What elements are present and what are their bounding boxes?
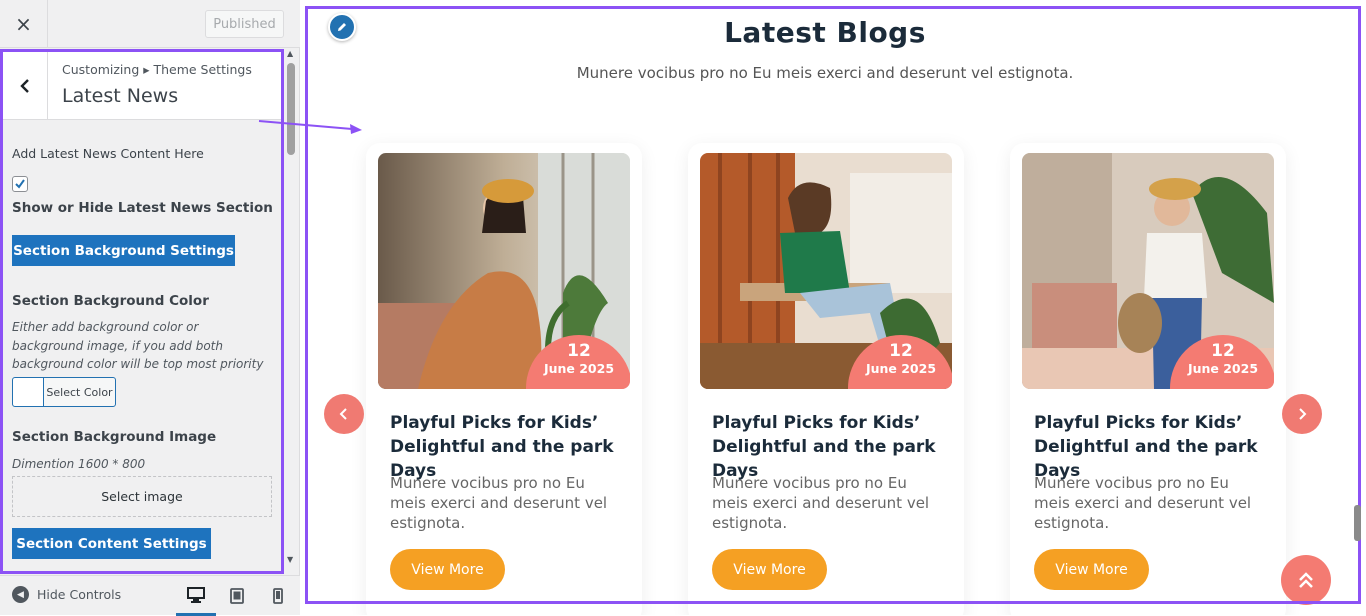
show-hide-label: Show or Hide Latest News Section: [12, 200, 273, 216]
close-icon[interactable]: ×: [0, 0, 48, 47]
blog-excerpt: Munere vocibus pro no Eu meis exerci and…: [390, 474, 608, 532]
section-content-settings-button[interactable]: Section Content Settings: [12, 528, 211, 559]
add-content-label: Add Latest News Content Here: [12, 146, 204, 161]
blog-card: 12 June 2025 Playful Picks for Kids’ Del…: [366, 143, 642, 615]
date-badge: 12 June 2025: [1170, 335, 1274, 389]
date-day: 12: [889, 341, 913, 361]
bg-image-description: Dimention 1600 * 800: [12, 457, 146, 471]
chevron-left-icon: [339, 408, 347, 420]
carousel-next-button[interactable]: [1282, 394, 1322, 434]
sidebar-scrollbar[interactable]: ▲ ▼: [285, 49, 298, 569]
blog-excerpt: Munere vocibus pro no Eu meis exerci and…: [712, 474, 930, 532]
bg-color-description: Either add background color or backgroun…: [12, 320, 264, 371]
show-hide-checkbox[interactable]: [12, 176, 28, 192]
desktop-icon: [187, 586, 205, 603]
pencil-icon: [338, 23, 346, 31]
scroll-up-arrow-icon[interactable]: ▲: [287, 49, 293, 58]
bg-color-heading: Section Background Color: [12, 293, 209, 309]
preview-scrollbar[interactable]: [1354, 505, 1361, 541]
breadcrumb: Customizing ▸ Theme Settings: [62, 62, 252, 77]
date-month: June 2025: [543, 361, 615, 376]
scroll-to-top-button[interactable]: [1281, 555, 1331, 605]
color-swatch: [13, 378, 44, 406]
select-color-label: Select Color: [46, 385, 113, 399]
panel-title: Latest News: [62, 85, 179, 107]
scroll-down-arrow-icon[interactable]: ▼: [287, 555, 293, 564]
collapse-icon: ◀: [12, 586, 29, 603]
select-color-button[interactable]: Select Color: [12, 377, 116, 407]
mobile-icon: [273, 588, 283, 604]
date-day: 12: [567, 341, 591, 361]
customizer-sidebar: × Published Customizing ▸ Theme Settings…: [0, 0, 300, 616]
select-image-button[interactable]: Select image: [12, 476, 272, 517]
view-more-button[interactable]: View More: [712, 549, 827, 590]
customizer-topbar: × Published: [0, 0, 300, 48]
date-badge: 12 June 2025: [526, 335, 630, 389]
view-more-button[interactable]: View More: [390, 549, 505, 590]
chevron-right-icon: [1299, 408, 1307, 420]
site-preview: Latest Blogs Munere vocibus pro no Eu me…: [301, 0, 1366, 615]
blog-image[interactable]: 12 June 2025: [1022, 153, 1274, 389]
carousel-prev-button[interactable]: [324, 394, 364, 434]
customizer-footer: ◀ Hide Controls: [0, 575, 300, 616]
section-title: Latest Blogs: [724, 16, 926, 49]
hide-controls-button[interactable]: ◀ Hide Controls: [12, 586, 121, 603]
date-badge: 12 June 2025: [848, 335, 952, 389]
double-chevron-up-icon: [1299, 572, 1313, 588]
section-panel: Customizing ▸ Theme Settings Latest News…: [0, 49, 284, 574]
mobile-preview-button[interactable]: [258, 576, 298, 616]
tablet-preview-button[interactable]: [217, 576, 257, 616]
date-month: June 2025: [1187, 361, 1259, 376]
bg-image-heading: Section Background Image: [12, 429, 217, 445]
blog-excerpt: Munere vocibus pro no Eu meis exerci and…: [1034, 474, 1252, 532]
edit-shortcut-button[interactable]: [328, 13, 356, 41]
scrollbar-thumb[interactable]: [287, 63, 295, 155]
blog-image[interactable]: 12 June 2025: [700, 153, 952, 389]
chevron-left-icon: [20, 78, 29, 93]
date-month: June 2025: [865, 361, 937, 376]
tablet-icon: [230, 588, 244, 604]
desktop-preview-button[interactable]: [176, 576, 216, 616]
blog-card: 12 June 2025 Playful Picks for Kids’ Del…: [688, 143, 964, 615]
hide-controls-label: Hide Controls: [37, 587, 122, 602]
section-background-settings-button[interactable]: Section Background Settings: [12, 235, 235, 266]
panel-header: Customizing ▸ Theme Settings Latest News: [3, 52, 281, 120]
date-day: 12: [1211, 341, 1235, 361]
check-icon: [15, 179, 25, 189]
view-more-button[interactable]: View More: [1034, 549, 1149, 590]
publish-button[interactable]: Published: [205, 10, 284, 38]
back-button[interactable]: [3, 52, 48, 119]
section-subtitle: Munere vocibus pro no Eu meis exerci and…: [576, 64, 1074, 82]
blog-image[interactable]: 12 June 2025: [378, 153, 630, 389]
blog-card: 12 June 2025 Playful Picks for Kids’ Del…: [1010, 143, 1286, 615]
